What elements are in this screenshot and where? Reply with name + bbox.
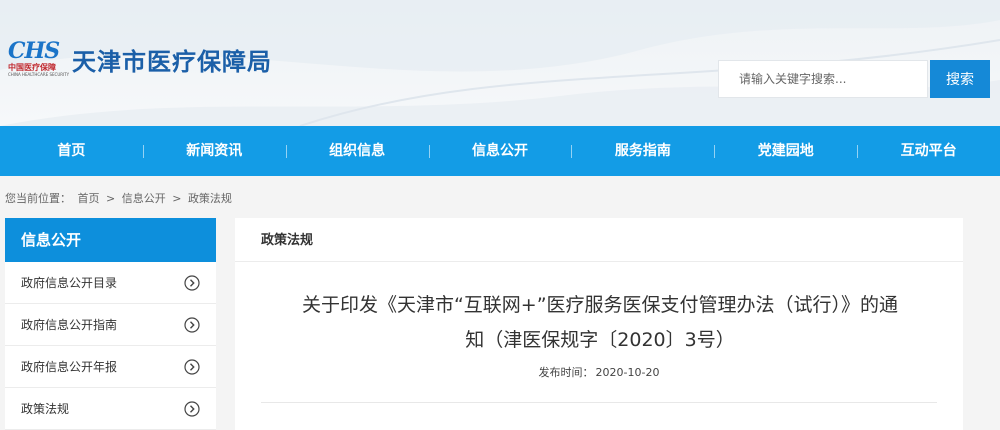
site-header: CHS 中国医疗保障 CHINA HEALTHCARE SECURITY 天津市… [0,0,1000,126]
sidebar: 信息公开 政府信息公开目录 政府信息公开指南 政府信息公开年报 政策法规 [5,218,216,430]
nav-item-service-guide[interactable]: 服务指南 [571,126,714,176]
breadcrumb: 您当前位置： 首页 > 信息公开 > 政策法规 [5,190,235,206]
sidebar-item-policy[interactable]: 政策法规 [5,388,216,430]
sidebar-item-label: 政府信息公开目录 [21,276,118,290]
sidebar-item-catalog[interactable]: 政府信息公开目录 [5,262,216,304]
search-input[interactable] [719,61,927,97]
breadcrumb-separator: > [172,192,182,205]
search-button[interactable]: 搜索 [930,60,990,98]
nav-item-party-building[interactable]: 党建园地 [714,126,857,176]
article-title-line: 知（津医保规字〔2020〕3号） [465,329,735,351]
site-logo[interactable]: CHS 中国医疗保障 CHINA HEALTHCARE SECURITY [8,38,69,78]
search-box [718,60,928,98]
nav-item-info-disclosure[interactable]: 信息公开 [428,126,572,176]
logo-chs-text: CHS [8,38,60,64]
publish-date-value: 2020-10-20 [595,366,660,379]
sidebar-item-label: 政府信息公开指南 [21,318,118,332]
chevron-right-circle-icon [184,359,200,375]
nav-item-organization[interactable]: 组织信息 [285,126,429,176]
breadcrumb-policy[interactable]: 政策法规 [188,192,232,205]
sidebar-item-guide[interactable]: 政府信息公开指南 [5,304,216,346]
main-content: 政策法规 关于印发《天津市“互联网+”医疗服务医保支付管理办法（试行）》的通 知… [235,218,963,430]
sidebar-item-annual-report[interactable]: 政府信息公开年报 [5,346,216,388]
breadcrumb-home[interactable]: 首页 [78,192,100,205]
site-title: 天津市医疗保障局 [72,48,272,76]
nav-item-news[interactable]: 新闻资讯 [142,126,286,176]
article-title: 关于印发《天津市“互联网+”医疗服务医保支付管理办法（试行）》的通 知（津医保规… [255,288,945,358]
breadcrumb-separator: > [106,192,116,205]
chevron-right-circle-icon [184,317,200,333]
sidebar-item-label: 政府信息公开年报 [21,360,118,374]
content-divider [261,402,937,403]
article-title-line: 关于印发《天津市“互联网+”医疗服务医保支付管理办法（试行）》的通 [301,294,899,316]
sidebar-item-label: 政策法规 [21,402,70,416]
nav-item-home[interactable]: 首页 [0,126,143,176]
nav-item-interaction[interactable]: 互动平台 [857,126,1000,176]
chevron-right-circle-icon [184,401,200,417]
publish-date-label: 发布时间： [538,366,594,379]
breadcrumb-label: 您当前位置： [5,192,71,205]
publish-date: 发布时间： 2020-10-20 [235,364,963,380]
section-title: 政策法规 [235,218,963,262]
chevron-right-circle-icon [184,275,200,291]
main-nav: 首页 新闻资讯 组织信息 信息公开 服务指南 党建园地 互动平台 [0,126,1000,176]
logo-en-text: CHINA HEALTHCARE SECURITY [8,72,70,77]
sidebar-title: 信息公开 [5,218,216,262]
breadcrumb-info-disclosure[interactable]: 信息公开 [122,192,166,205]
